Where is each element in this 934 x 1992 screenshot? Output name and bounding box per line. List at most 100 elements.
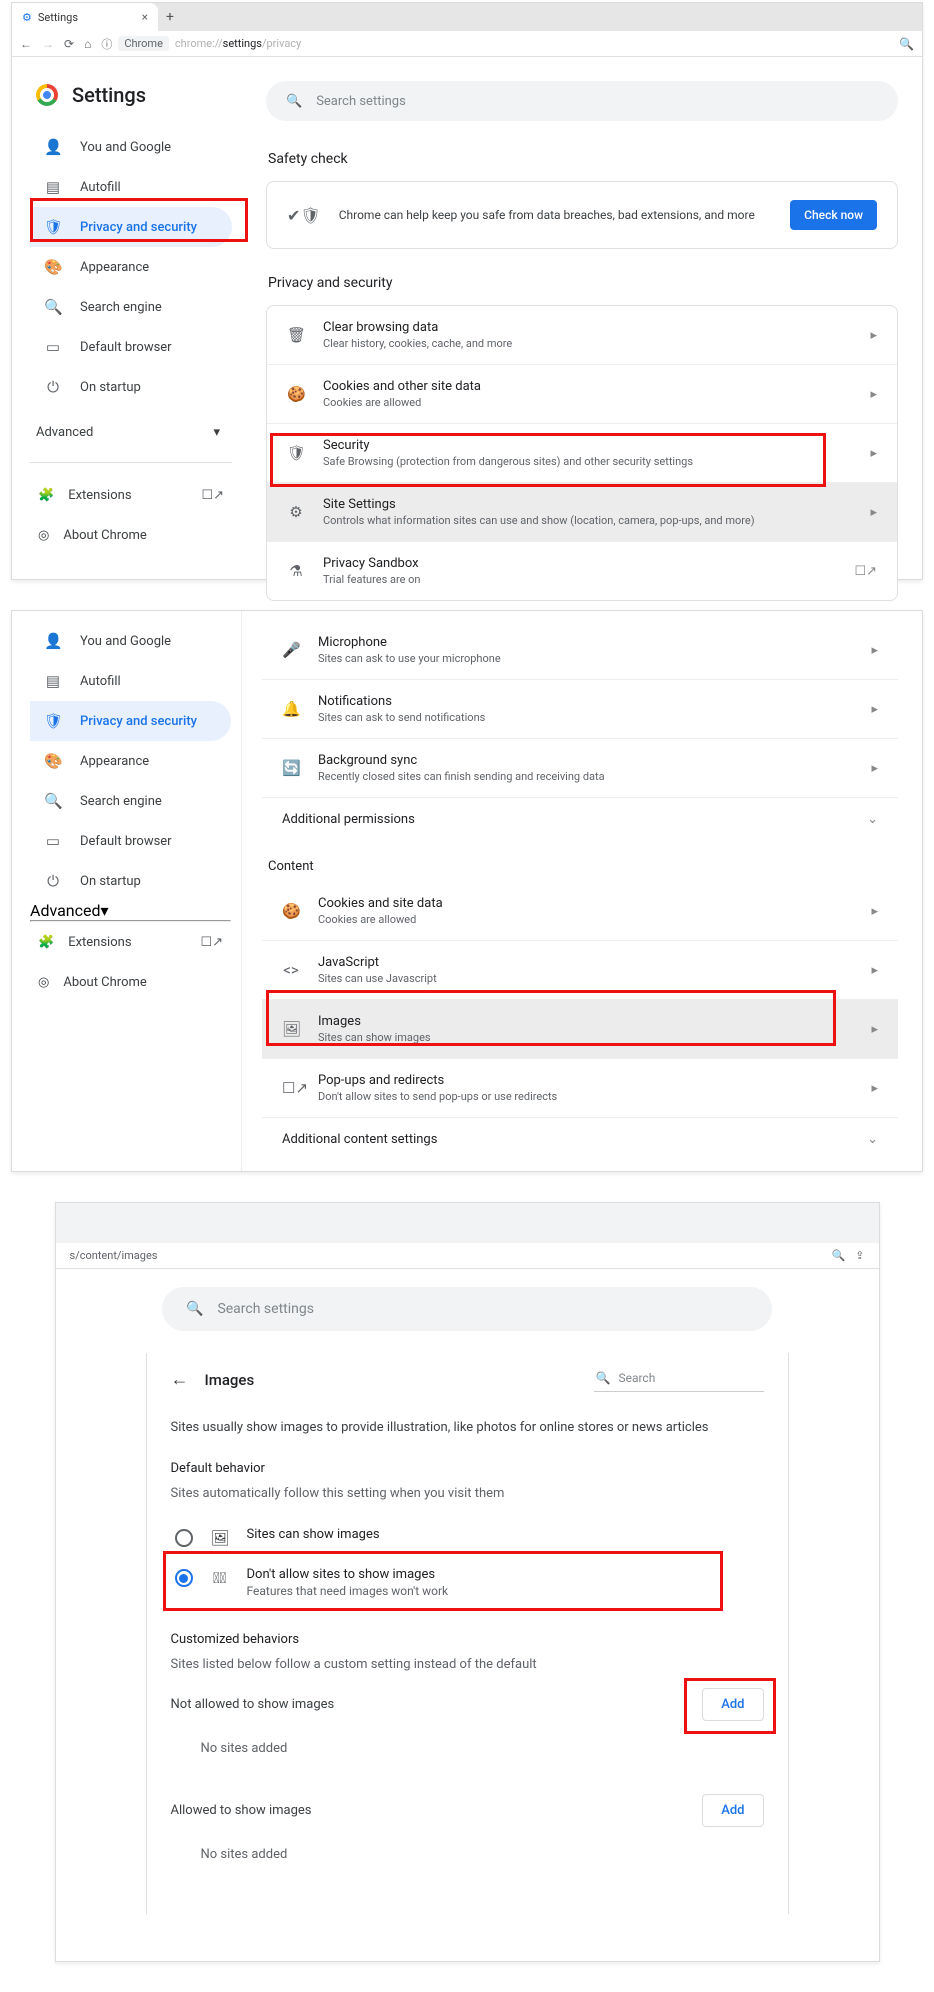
tab-title: Settings bbox=[38, 11, 78, 24]
sidebar-advanced-toggle[interactable]: Advanced▾ bbox=[30, 901, 231, 920]
chevron-down-icon: ⌄ bbox=[867, 812, 878, 827]
sidebar-advanced-toggle[interactable]: Advanced▾ bbox=[30, 415, 232, 450]
section-privacy-title: Privacy and security bbox=[268, 275, 898, 291]
chevron-right-icon: ▸ bbox=[871, 904, 878, 919]
custom-behaviors-hint: Sites listed below follow a custom setti… bbox=[171, 1657, 764, 1672]
section-safety-check-title: Safety check bbox=[268, 151, 898, 167]
reload-icon[interactable]: ⟳ bbox=[64, 37, 74, 51]
chevron-right-icon: ▸ bbox=[871, 643, 878, 658]
address-bar[interactable]: ⓘ Chrome chrome://settings/privacy bbox=[101, 36, 301, 52]
row-additional-content[interactable]: Additional content settings⌄ bbox=[262, 1117, 898, 1161]
close-tab-icon[interactable]: × bbox=[142, 10, 148, 24]
new-tab-button[interactable]: + bbox=[158, 3, 182, 31]
sidebar-item-you-and-google[interactable]: 👤You and Google bbox=[30, 621, 231, 661]
highlight-sidebar-privacy bbox=[30, 198, 248, 242]
highlight-images-row bbox=[266, 990, 836, 1046]
url-fragment: s/content/images bbox=[70, 1249, 158, 1262]
trash-icon: 🗑 bbox=[287, 326, 305, 344]
row-microphone[interactable]: 🎤MicrophoneSites can ask to use your mic… bbox=[262, 621, 898, 679]
settings-sidebar: 👤You and Google ▤Autofill 🛡Privacy and s… bbox=[12, 611, 242, 1171]
row-background-sync[interactable]: 🔄Background syncRecently closed sites ca… bbox=[262, 738, 898, 797]
back-icon[interactable]: ← bbox=[20, 37, 32, 51]
forward-icon[interactable]: → bbox=[42, 37, 54, 51]
not-allowed-label: Not allowed to show images bbox=[171, 1697, 335, 1712]
default-behavior-hint: Sites automatically follow this setting … bbox=[171, 1486, 764, 1501]
power-icon: ⏻ bbox=[44, 872, 62, 890]
sidebar-item-appearance[interactable]: 🎨Appearance bbox=[30, 741, 231, 781]
external-link-icon: ☐↗ bbox=[854, 564, 877, 579]
browser-tab-settings[interactable]: ⚙ Settings × bbox=[12, 3, 158, 31]
bell-icon: 🔔 bbox=[282, 700, 300, 718]
sidebar-item-search-engine[interactable]: 🔍Search engine bbox=[30, 287, 232, 327]
sidebar-item-about[interactable]: ◎About Chrome bbox=[38, 962, 223, 1002]
sidebar-item-extensions[interactable]: 🧩Extensions☐↗ bbox=[38, 475, 224, 515]
page-search-input[interactable]: 🔍Search bbox=[594, 1367, 764, 1392]
row-cookies-site-data[interactable]: 🍪Cookies and site dataCookies are allowe… bbox=[262, 882, 898, 940]
palette-icon: 🎨 bbox=[44, 752, 62, 770]
search-icon: 🔍 bbox=[186, 1301, 203, 1317]
share-icon[interactable]: ⇪ bbox=[855, 1249, 864, 1262]
sidebar-item-appearance[interactable]: 🎨Appearance bbox=[30, 247, 232, 287]
url-chip: Chrome bbox=[118, 36, 169, 51]
person-icon: 👤 bbox=[44, 632, 62, 650]
sidebar-item-search-engine[interactable]: 🔍Search engine bbox=[30, 781, 231, 821]
sidebar-item-extensions[interactable]: 🧩Extensions☐↗ bbox=[38, 922, 223, 962]
person-icon: 👤 bbox=[44, 138, 62, 156]
sidebar-item-autofill[interactable]: ▤Autofill bbox=[30, 661, 231, 701]
custom-behaviors-label: Customized behaviors bbox=[171, 1632, 764, 1647]
external-link-icon: ☐↗ bbox=[201, 488, 224, 503]
no-sites-not-allowed: No sites added bbox=[171, 1727, 764, 1778]
row-clear-browsing-data[interactable]: 🗑Clear browsing dataClear history, cooki… bbox=[267, 306, 897, 364]
search-icon: 🔍 bbox=[596, 1371, 611, 1385]
chevron-down-icon: ⌄ bbox=[867, 1132, 878, 1147]
row-additional-permissions[interactable]: Additional permissions⌄ bbox=[262, 797, 898, 841]
sidebar-item-default-browser[interactable]: ▭Default browser bbox=[30, 821, 231, 861]
brand: Settings bbox=[36, 83, 232, 107]
sidebar-item-about[interactable]: ◎About Chrome bbox=[38, 515, 224, 555]
content-heading: Content bbox=[262, 841, 898, 882]
url-text: chrome://settings/privacy bbox=[175, 37, 301, 50]
sidebar-item-you-and-google[interactable]: 👤You and Google bbox=[30, 127, 232, 167]
images-page: ← Images 🔍Search Sites usually show imag… bbox=[146, 1353, 789, 1914]
sidebar-item-privacy-security[interactable]: 🛡Privacy and security bbox=[30, 701, 231, 741]
search-settings-input[interactable]: 🔍Search settings bbox=[266, 81, 898, 121]
sidebar-item-on-startup[interactable]: ⏻On startup bbox=[30, 861, 231, 901]
image-icon: 🖼 bbox=[211, 1529, 229, 1547]
sliders-icon: ⚙ bbox=[287, 503, 305, 521]
permissions-list: 🎤MicrophoneSites can ask to use your mic… bbox=[262, 621, 898, 841]
chevron-down-icon: ▾ bbox=[101, 901, 109, 920]
check-now-button[interactable]: Check now bbox=[790, 200, 877, 230]
row-popups[interactable]: ☐↗Pop-ups and redirectsDon't allow sites… bbox=[262, 1058, 898, 1117]
sidebar-item-on-startup[interactable]: ⏻On startup bbox=[30, 367, 232, 407]
page-description: Sites usually show images to provide ill… bbox=[171, 1420, 764, 1435]
page-title: Settings bbox=[72, 83, 146, 107]
add-allowed-button[interactable]: Add bbox=[702, 1794, 763, 1827]
chevron-right-icon: ▸ bbox=[870, 387, 877, 402]
site-settings-main: 🎤MicrophoneSites can ask to use your mic… bbox=[242, 611, 922, 1171]
row-site-settings[interactable]: ⚙Site SettingsControls what information … bbox=[267, 482, 897, 541]
zoom-icon[interactable]: 🔍 bbox=[899, 37, 914, 51]
chrome-logo-icon bbox=[36, 84, 58, 106]
page-title: Images bbox=[205, 1371, 255, 1389]
row-cookies[interactable]: 🍪Cookies and other site dataCookies are … bbox=[267, 364, 897, 423]
mic-icon: 🎤 bbox=[282, 641, 300, 659]
zoom-icon[interactable]: 🔍 bbox=[832, 1249, 846, 1262]
home-icon[interactable]: ⌂ bbox=[84, 37, 91, 51]
gear-icon: ⚙ bbox=[22, 11, 32, 24]
radio-unchecked-icon[interactable] bbox=[175, 1529, 193, 1547]
autofill-icon: ▤ bbox=[44, 178, 62, 196]
chrome-outline-icon: ◎ bbox=[38, 975, 49, 990]
chevron-right-icon: ▸ bbox=[871, 702, 878, 717]
back-arrow-icon[interactable]: ← bbox=[171, 1369, 189, 1390]
settings-sidebar: Settings 👤You and Google ▤Autofill 🛡Priv… bbox=[12, 57, 242, 579]
chevron-right-icon: ▸ bbox=[871, 1022, 878, 1037]
search-settings-input[interactable]: 🔍Search settings bbox=[162, 1287, 772, 1331]
sidebar-item-default-browser[interactable]: ▭Default browser bbox=[30, 327, 232, 367]
row-privacy-sandbox[interactable]: ⚗Privacy SandboxTrial features are on☐↗ bbox=[267, 541, 897, 600]
chevron-right-icon: ▸ bbox=[870, 505, 877, 520]
safety-check-card: ✔🛡 Chrome can help keep you safe from da… bbox=[266, 181, 898, 249]
sync-icon: 🔄 bbox=[282, 759, 300, 777]
row-notifications[interactable]: 🔔NotificationsSites can ask to send noti… bbox=[262, 679, 898, 738]
chevron-right-icon: ▸ bbox=[871, 963, 878, 978]
highlight-add-button bbox=[684, 1678, 776, 1734]
